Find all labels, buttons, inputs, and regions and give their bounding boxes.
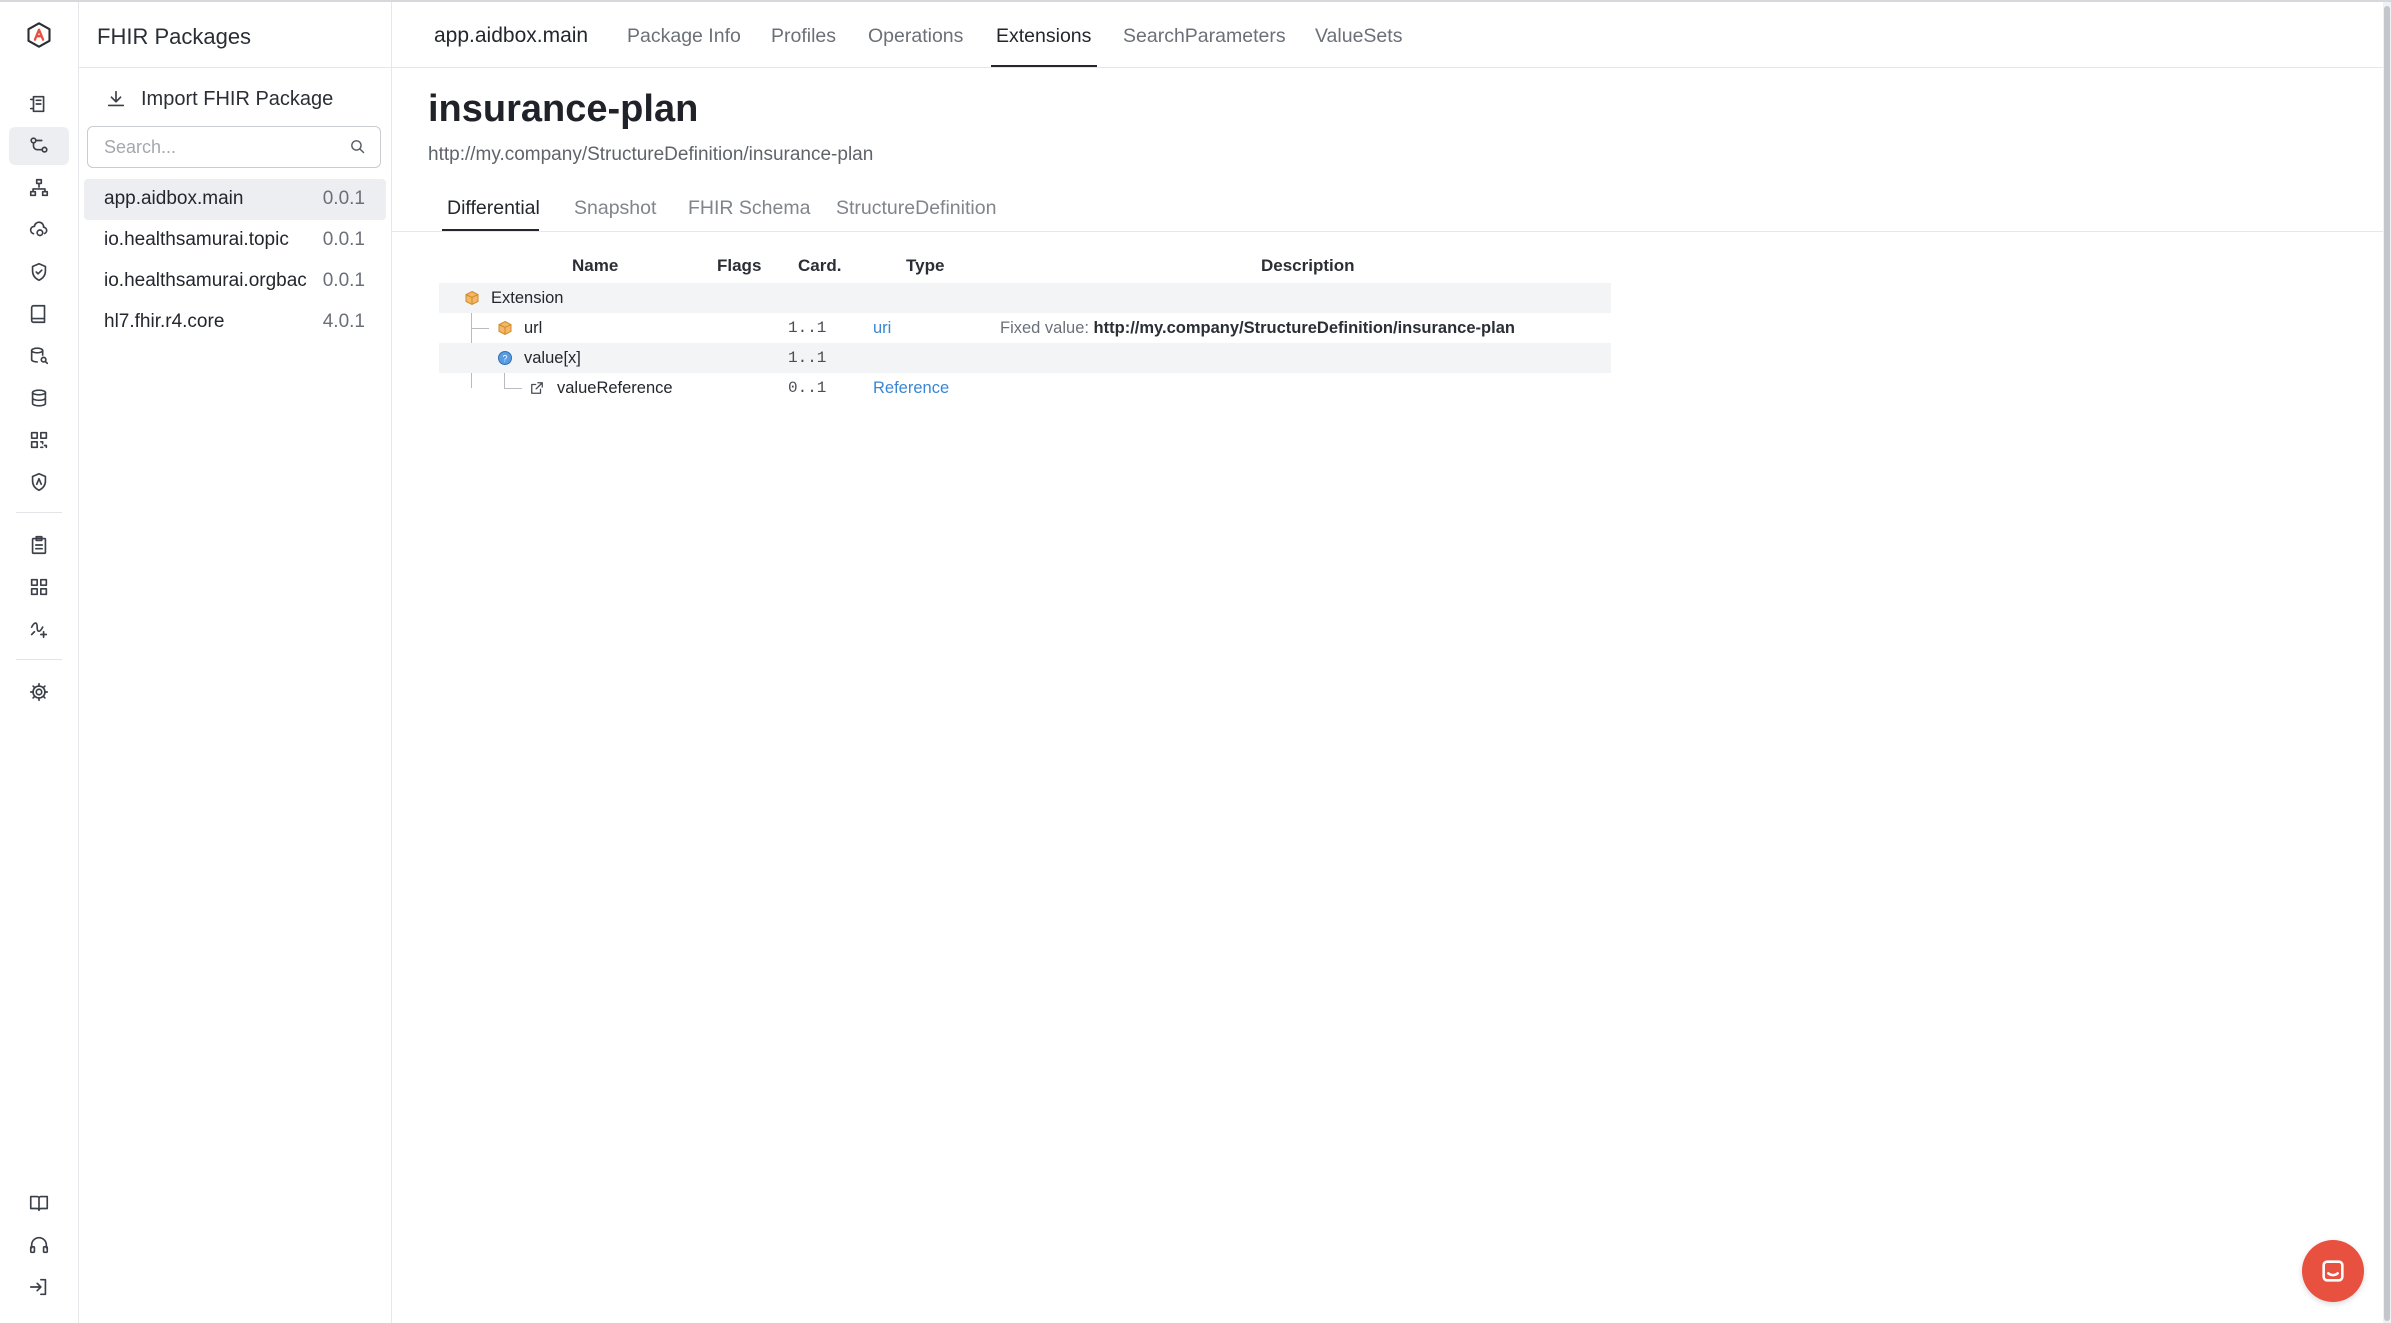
tab-profiles[interactable]: Profiles (771, 25, 836, 48)
tab-value-sets[interactable]: ValueSets (1315, 25, 1402, 48)
tab-operations[interactable]: Operations (868, 25, 963, 48)
fixed-value: http://my.company/StructureDefinition/in… (1093, 319, 1515, 337)
fhir-packages-icon[interactable] (9, 127, 69, 165)
element-name: value[x] (524, 349, 581, 367)
package-version: 4.0.1 (322, 311, 365, 332)
package-item[interactable]: io.healthsamurai.topic 0.0.1 (84, 220, 386, 261)
download-icon (107, 90, 125, 107)
docs-book-icon[interactable] (9, 1184, 69, 1222)
headset-icon[interactable] (9, 1226, 69, 1264)
notebook-icon[interactable] (9, 85, 69, 123)
reference-icon (531, 382, 543, 394)
cube-icon (498, 320, 512, 336)
package-version: 0.0.1 (322, 188, 365, 209)
package-name: io.healthsamurai.topic (104, 229, 289, 250)
icon-rail (0, 2, 79, 1323)
table-row[interactable]: valueReference 0..1 Reference (439, 373, 1611, 403)
sidebar-divider (79, 67, 391, 68)
table-row[interactable]: url 1..1 uri Fixed value: http://my.comp… (439, 313, 1611, 343)
tab-structure-definition[interactable]: StructureDefinition (836, 197, 996, 220)
package-item[interactable]: app.aidbox.main 0.0.1 (84, 179, 386, 220)
gear-icon[interactable] (9, 673, 69, 711)
tab-search-parameters[interactable]: SearchParameters (1123, 25, 1286, 48)
tab-snapshot[interactable]: Snapshot (574, 197, 656, 220)
rail-divider (16, 659, 62, 660)
package-item[interactable]: io.healthsamurai.orgbac 0.0.1 (84, 261, 386, 302)
tab-extensions[interactable]: Extensions (996, 25, 1091, 48)
sidebar-title: FHIR Packages (97, 24, 252, 49)
fixed-value-label: Fixed value: (1000, 319, 1094, 337)
element-cardinality: 0..1 (788, 379, 827, 397)
chat-support-button[interactable] (2302, 1240, 2364, 1302)
tab-package-info[interactable]: Package Info (627, 25, 741, 48)
column-header-name: Name (572, 256, 619, 275)
page-title: insurance-plan (428, 88, 699, 130)
cloud-sync-icon[interactable] (9, 211, 69, 249)
grid-apps-icon[interactable] (9, 568, 69, 606)
database-search-icon[interactable] (9, 337, 69, 375)
packages-sidebar: FHIR Packages Import FHIR Package app.ai… (79, 2, 392, 1323)
element-description: Fixed value: http://my.company/Structure… (1000, 319, 1515, 338)
search-icon[interactable] (349, 138, 366, 155)
element-name: url (524, 319, 543, 337)
tab-fhir-schema[interactable]: FHIR Schema (688, 197, 810, 220)
active-subtab-indicator (442, 229, 539, 231)
structure-definition-url: http://my.company/StructureDefinition/in… (428, 144, 874, 165)
integration-icon[interactable] (9, 610, 69, 648)
package-version: 0.0.1 (322, 270, 365, 291)
view-tabs: Differential Snapshot FHIR Schema Struct… (392, 188, 2391, 232)
choice-icon: ? (498, 351, 512, 365)
cube-icon (465, 290, 479, 306)
shield-check-icon[interactable] (9, 253, 69, 291)
package-name: io.healthsamurai.orgbac (104, 270, 307, 291)
table-row[interactable]: Extension (439, 283, 1611, 313)
book-icon[interactable] (9, 295, 69, 333)
import-package-label: Import FHIR Package (141, 87, 334, 110)
table-row[interactable]: ? value[x] 1..1 (439, 343, 1611, 373)
element-name: valueReference (557, 379, 673, 397)
import-package-button[interactable]: Import FHIR Package (105, 84, 333, 114)
scrollbar-thumb[interactable] (2384, 6, 2390, 1321)
security-badge-icon[interactable] (9, 463, 69, 501)
login-icon[interactable] (9, 1268, 69, 1306)
element-name: Extension (491, 289, 564, 307)
sitemap-icon[interactable] (9, 169, 69, 207)
element-type-link[interactable]: uri (873, 319, 891, 338)
package-header: app.aidbox.main Package Info Profiles Op… (392, 2, 2391, 68)
element-type-link[interactable]: Reference (873, 379, 949, 398)
current-package-name: app.aidbox.main (434, 24, 589, 47)
column-header-type: Type (906, 256, 945, 275)
package-search-box[interactable] (87, 126, 381, 168)
page-scrollbar[interactable] (2383, 2, 2391, 1323)
database-icon[interactable] (9, 379, 69, 417)
column-header-description: Description (1261, 256, 1355, 275)
package-version: 0.0.1 (322, 229, 365, 250)
rail-divider (16, 512, 62, 513)
qr-code-icon[interactable] (9, 421, 69, 459)
tab-differential[interactable]: Differential (447, 197, 540, 220)
column-header-card: Card. (798, 256, 842, 275)
package-name: app.aidbox.main (104, 188, 244, 209)
column-header-flags: Flags (717, 256, 762, 275)
element-cardinality: 1..1 (788, 349, 827, 367)
active-tab-indicator (991, 65, 1097, 67)
clipboard-icon[interactable] (9, 526, 69, 564)
chat-icon (2322, 1260, 2344, 1282)
svg-text:?: ? (502, 354, 507, 364)
aidbox-logo[interactable] (9, 16, 69, 54)
package-search-input[interactable] (102, 127, 346, 167)
element-cardinality: 1..1 (788, 319, 827, 337)
package-list: app.aidbox.main 0.0.1 io.healthsamurai.t… (84, 179, 386, 343)
package-name: hl7.fhir.r4.core (104, 311, 225, 332)
package-item[interactable]: hl7.fhir.r4.core 4.0.1 (84, 302, 386, 343)
